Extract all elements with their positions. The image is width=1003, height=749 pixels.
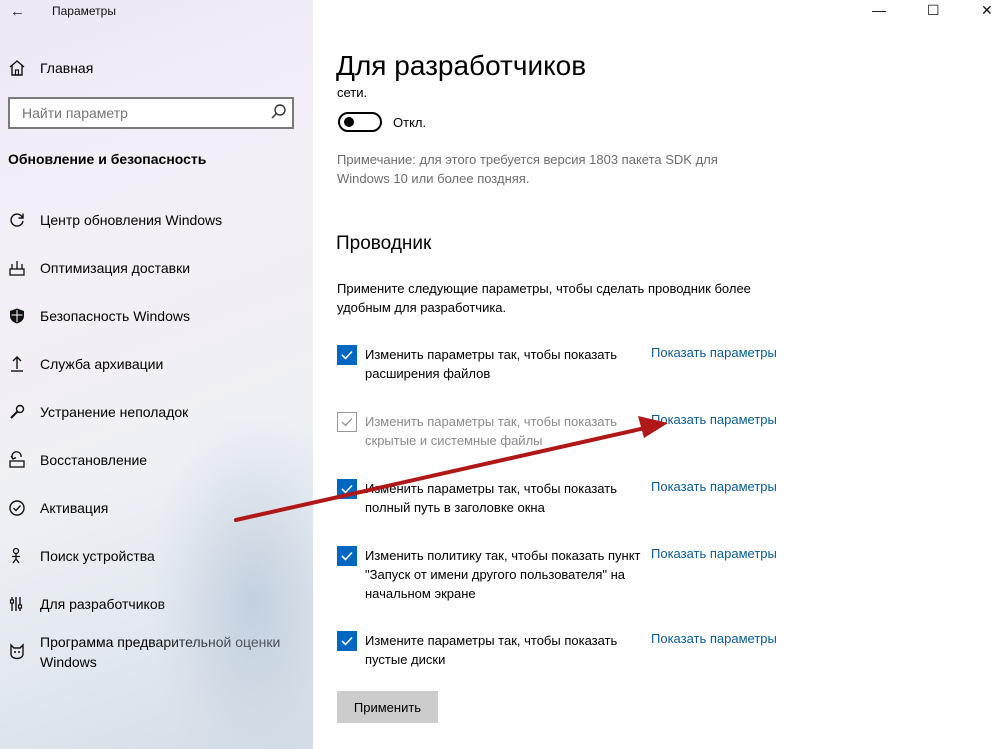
sidebar-item-label: Поиск устройства (40, 548, 155, 564)
backup-arrow-icon (11, 356, 23, 372)
show-settings-link-1[interactable]: Показать параметры (651, 345, 777, 360)
checkbox-full-path[interactable] (337, 479, 357, 499)
search-icon[interactable] (270, 103, 288, 126)
close-button[interactable]: ✕ (981, 2, 993, 19)
sidebar-item-label: Активация (40, 500, 109, 516)
checkbox-hidden-files (337, 412, 357, 432)
sidebar-item-label: Для разработчиков (40, 596, 166, 612)
option-run-as-other-user-text: Изменить политику так, чтобы показать пу… (365, 548, 641, 601)
option-empty-drives-text: Измените параметры так, чтобы показать п… (365, 633, 618, 667)
checkmark-icon (341, 350, 353, 360)
sidebar-item-label: Программа предварительной оценки Windows (40, 634, 281, 670)
insider-cat-icon (10, 643, 24, 660)
section-title: Обновление и безопасность (8, 151, 207, 167)
title-bar: ← Параметры (0, 0, 313, 24)
recovery-icon (9, 451, 25, 468)
explorer-heading: Проводник (336, 233, 432, 254)
check-circle-icon (9, 500, 25, 516)
search-box[interactable] (8, 97, 294, 129)
shield-icon (10, 308, 24, 324)
sidebar-item-label: Устранение неполадок (40, 404, 189, 420)
option-full-path-text: Изменить параметры так, чтобы показать п… (365, 481, 617, 515)
nav-home[interactable]: Главная (8, 58, 93, 78)
network-fragment: сети. (337, 85, 368, 100)
sidebar-item-label: Центр обновления Windows (40, 212, 223, 228)
sidebar: ← Параметры Главная Обновление и безопас… (0, 0, 313, 749)
option-file-extensions-text: Изменить параметры так, чтобы показать р… (365, 347, 617, 381)
search-input[interactable] (10, 99, 262, 127)
checkbox-run-as-other-user[interactable] (337, 546, 357, 566)
wrench-icon (10, 404, 25, 419)
checkmark-icon (341, 484, 353, 494)
page-title: Для разработчиков (336, 50, 587, 81)
sync-icon (10, 213, 24, 227)
checkbox-file-extensions[interactable] (337, 345, 357, 365)
minimize-button[interactable]: — (872, 2, 886, 18)
back-arrow-icon[interactable]: ← (10, 3, 25, 20)
explorer-description: Примените следующие параметры, чтобы сде… (337, 281, 751, 315)
sidebar-item-label: Оптимизация доставки (40, 260, 191, 276)
checkbox-empty-drives[interactable] (337, 631, 357, 651)
show-settings-link-3[interactable]: Показать параметры (651, 479, 777, 494)
home-icon (9, 60, 25, 76)
sidebar-item-label: Безопасность Windows (40, 308, 190, 324)
sidebar-item-label: Восстановление (40, 452, 148, 468)
window-controls: — ☐ ✕ (803, 0, 1003, 24)
app-title: Параметры (52, 4, 116, 18)
delivery-optimization-icon (9, 261, 25, 276)
checkmark-icon (341, 418, 353, 427)
show-settings-link-2[interactable]: Показать параметры (651, 412, 777, 427)
option-hidden-files-text: Изменить параметры так, чтобы показать с… (365, 414, 617, 448)
person-location-icon (12, 547, 20, 564)
checkmark-icon (341, 636, 353, 646)
sdk-note: Примечание: для этого требуется версия 1… (337, 152, 718, 186)
sidebar-item-label: Служба архивации (40, 356, 164, 372)
apply-button[interactable]: Применить (337, 691, 438, 723)
toggle-knob (344, 117, 354, 127)
toggle-state-label: Откл. (393, 115, 427, 130)
show-settings-link-4[interactable]: Показать параметры (651, 546, 777, 561)
network-toggle[interactable] (338, 112, 382, 132)
show-settings-link-5[interactable]: Показать параметры (651, 631, 777, 646)
nav-home-label: Главная (40, 60, 94, 76)
developer-tools-icon (9, 597, 23, 611)
maximize-button[interactable]: ☐ (927, 2, 940, 19)
checkmark-icon (341, 551, 353, 561)
